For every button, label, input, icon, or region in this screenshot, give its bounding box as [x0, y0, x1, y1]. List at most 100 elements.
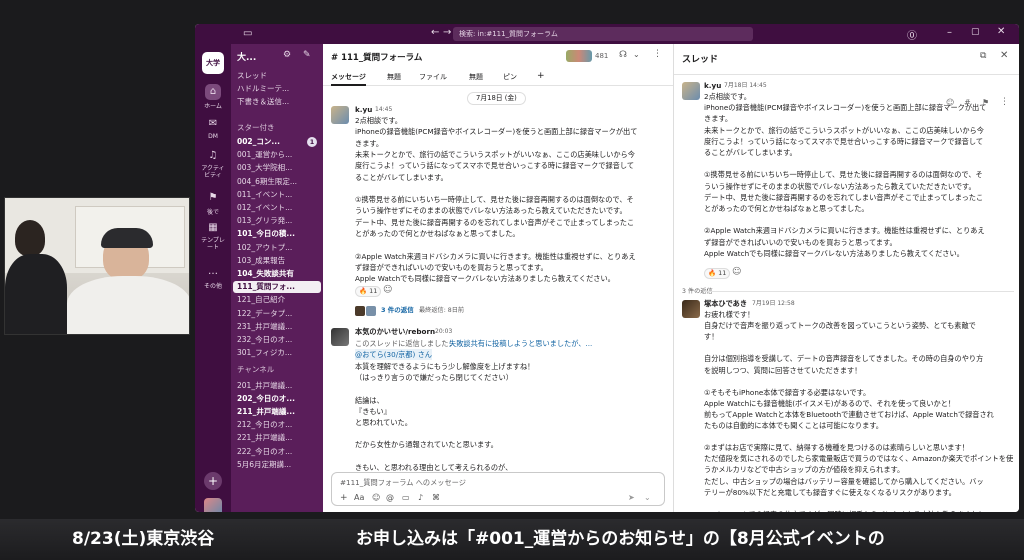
sidebar-channel-item[interactable]: 201_井戸端議... [237, 380, 321, 392]
tab-2[interactable]: 無題 [387, 72, 401, 83]
add-reaction-icon[interactable]: ☺ [383, 285, 392, 295]
rail-later[interactable]: ⚑ 後で [201, 190, 225, 216]
section-header-channels[interactable]: チャンネル [237, 364, 321, 376]
forward-icon[interactable]: → [443, 27, 451, 38]
sidebar-item[interactable]: 下書き＆送信... [237, 96, 321, 108]
sidebar-item[interactable]: スレッド [237, 70, 321, 82]
add-reaction-icon[interactable]: ☺ [732, 267, 741, 277]
thread-title: スレッド [682, 55, 719, 65]
workspace-badge[interactable]: 大学 [202, 52, 224, 74]
sidebar-channel-item[interactable]: 102_アウトプ... [237, 242, 321, 254]
sidebar-item[interactable]: ハドルミーテ... [237, 83, 321, 95]
sidebar-toggle-icon[interactable]: ▭ [243, 28, 252, 40]
message-author[interactable]: 本気のかいせい/reborn [355, 326, 435, 337]
message-line: ①携帯見せる前にいちいち一時停止して、見せた後に録音再開するのは面倒なので、そ [704, 170, 983, 180]
author-avatar[interactable] [331, 328, 349, 346]
shortcut-icon[interactable]: ⌘ [432, 493, 440, 502]
video-icon[interactable]: ▭ [402, 493, 410, 502]
channel-title[interactable]: # 111_質問フォーラム [331, 51, 422, 63]
rail-activity[interactable]: ♫ アクティビティ [201, 148, 225, 179]
member-avatars[interactable] [566, 50, 592, 62]
sidebar-channel-item[interactable]: 122_データプ... [237, 308, 321, 320]
message-author[interactable]: k.yu [355, 104, 372, 115]
rail-dm-label: DM [208, 133, 218, 140]
compose-icon[interactable]: ✎ [303, 50, 311, 60]
author-avatar[interactable] [682, 82, 700, 100]
more-actions-icon[interactable]: ⋮ [1000, 97, 1009, 107]
message-author[interactable]: 塚本ひであき [704, 298, 747, 309]
user-avatar[interactable] [204, 498, 222, 512]
sidebar-channel-item[interactable]: 221_井戸端議... [237, 432, 321, 444]
date-divider[interactable]: 7月18日 (金) [467, 92, 526, 105]
add-workspace-button[interactable]: + [204, 472, 222, 490]
message-author[interactable]: k.yu [704, 80, 721, 91]
back-icon[interactable]: ← [431, 27, 439, 38]
emoji-icon[interactable]: ☺ [372, 493, 380, 502]
maximize-icon[interactable]: ▢ [971, 27, 980, 37]
sidebar-channel-item[interactable]: 202_今日のオ... [237, 393, 321, 405]
add-tab-icon[interactable]: + [537, 71, 545, 82]
message-composer[interactable]: #111_質問フォーラム へのメッセージ + Aa ☺ @ ▭ ♪ ⌘ ➤ ⌄ [331, 472, 665, 506]
expand-icon[interactable]: ⧉ [980, 51, 986, 61]
sidebar-channel-item[interactable]: 211_井戸端議... [237, 406, 321, 418]
workspace-name[interactable]: 大... [237, 50, 256, 63]
thread-replies-link[interactable]: 3 件の返信 [381, 305, 414, 316]
sidebar-channel-item[interactable]: 013_グリラ発... [237, 215, 321, 227]
rail-template[interactable]: ▦ テンプレート [201, 220, 225, 251]
message-line: Apple Watchでも同様に録音マークバレない方法ありましたら教えてください… [704, 248, 964, 258]
minimize-icon[interactable]: – [947, 27, 952, 38]
sidebar-channel-item[interactable]: 103_成果報告 [237, 255, 321, 267]
sidebar-channel-item[interactable]: 5月6月定期講... [237, 459, 321, 471]
author-avatar[interactable] [682, 300, 700, 318]
sidebar-channel-item[interactable]: 232_今日のオ... [237, 334, 321, 346]
sidebar-channel-item[interactable]: 301_フィジカ... [237, 347, 321, 359]
mention-icon[interactable]: @ [386, 493, 394, 502]
sidebar-channel-item[interactable]: 011_イベント... [237, 189, 321, 201]
close-icon[interactable]: ✕ [997, 26, 1005, 37]
kebab-menu-icon[interactable]: ⋮ [653, 49, 662, 59]
rail-home[interactable]: ⌂ ホーム [201, 84, 225, 110]
search-input[interactable]: 検索: in:#111_質問フォーラム [453, 27, 753, 41]
chevron-down-icon[interactable]: ⌄ [633, 50, 640, 59]
rail-more[interactable]: … その他 [201, 264, 225, 290]
member-count[interactable]: 481 [595, 52, 608, 60]
reaction-fire[interactable]: 🔥 11 [704, 268, 731, 279]
tab-3[interactable]: ファイル [419, 72, 447, 83]
rail-dm[interactable]: ✉ DM [201, 116, 225, 140]
sidebar-channel-item[interactable]: 231_井戸端議... [237, 321, 321, 333]
user-mention[interactable]: @おてら(30/京都) さん [355, 349, 432, 360]
sidebar-channel-item[interactable]: 111_質問フォ... [233, 281, 321, 294]
sidebar-channel-item[interactable]: 001_運営から... [237, 149, 321, 161]
channel-pane: # 111_質問フォーラム 481 ☊ ⌄ ⋮ メッセージ 無題 ファイル 無題 ピン +… [323, 44, 673, 512]
mic-icon[interactable]: ♪ [418, 493, 423, 502]
tab-5[interactable]: ピン [503, 72, 517, 83]
message-line: Apple watchでの録音の仕方ですが、同時に相手からバレなくなる方法も教え… [704, 509, 985, 512]
message-line: （はっきり言うので嫌だったら閉じてください） [355, 373, 513, 383]
close-thread-icon[interactable]: ✕ [1000, 50, 1008, 61]
format-text-icon[interactable]: Aa [354, 493, 364, 502]
sidebar-channel-item[interactable]: 121_自己紹介 [237, 294, 321, 306]
sidebar-channel-item[interactable]: 212_今日のオ... [237, 419, 321, 431]
sidebar-channel-item[interactable]: 222_今日のオ... [237, 446, 321, 458]
sidebar-channel-item[interactable]: 012_イベント... [237, 202, 321, 214]
message-line: を説明しつつ、質問に回答させていただきます！ [704, 365, 862, 375]
sidebar-channel-item[interactable]: 104_失敗談共有 [237, 268, 321, 280]
settings-icon[interactable]: ⚙ [283, 50, 291, 60]
section-header-starred[interactable]: スター付き [237, 122, 321, 134]
author-avatar[interactable] [331, 106, 349, 124]
sidebar-channel-item[interactable]: 101_今日の積... [237, 228, 321, 240]
message-line: きます。 [704, 114, 733, 124]
plus-icon[interactable]: + [340, 493, 348, 503]
headphones-icon[interactable]: ☊ [619, 50, 627, 60]
send-options-icon[interactable]: ⌄ [644, 493, 651, 502]
titlebar: ▭ ← → 検索: in:#111_質問フォーラム ⓪ – ▢ ✕ [195, 24, 1019, 44]
tab-1[interactable]: メッセージ [331, 72, 366, 86]
help-icon[interactable]: ⓪ [907, 27, 917, 42]
thread-quote-link[interactable]: 失敗談共有に投稿しようと思いましたが、... [449, 338, 592, 349]
screen: ▭ ← → 検索: in:#111_質問フォーラム ⓪ – ▢ ✕ 大学 ⌂ ホー… [0, 0, 1024, 560]
reaction-fire[interactable]: 🔥 11 [355, 286, 382, 297]
sidebar-channel-item[interactable]: 004_6期生限定... [237, 176, 321, 188]
tab-4[interactable]: 無題 [469, 72, 483, 83]
sidebar-channel-item[interactable]: 003_大学院相... [237, 162, 321, 174]
send-icon[interactable]: ➤ [628, 493, 635, 502]
